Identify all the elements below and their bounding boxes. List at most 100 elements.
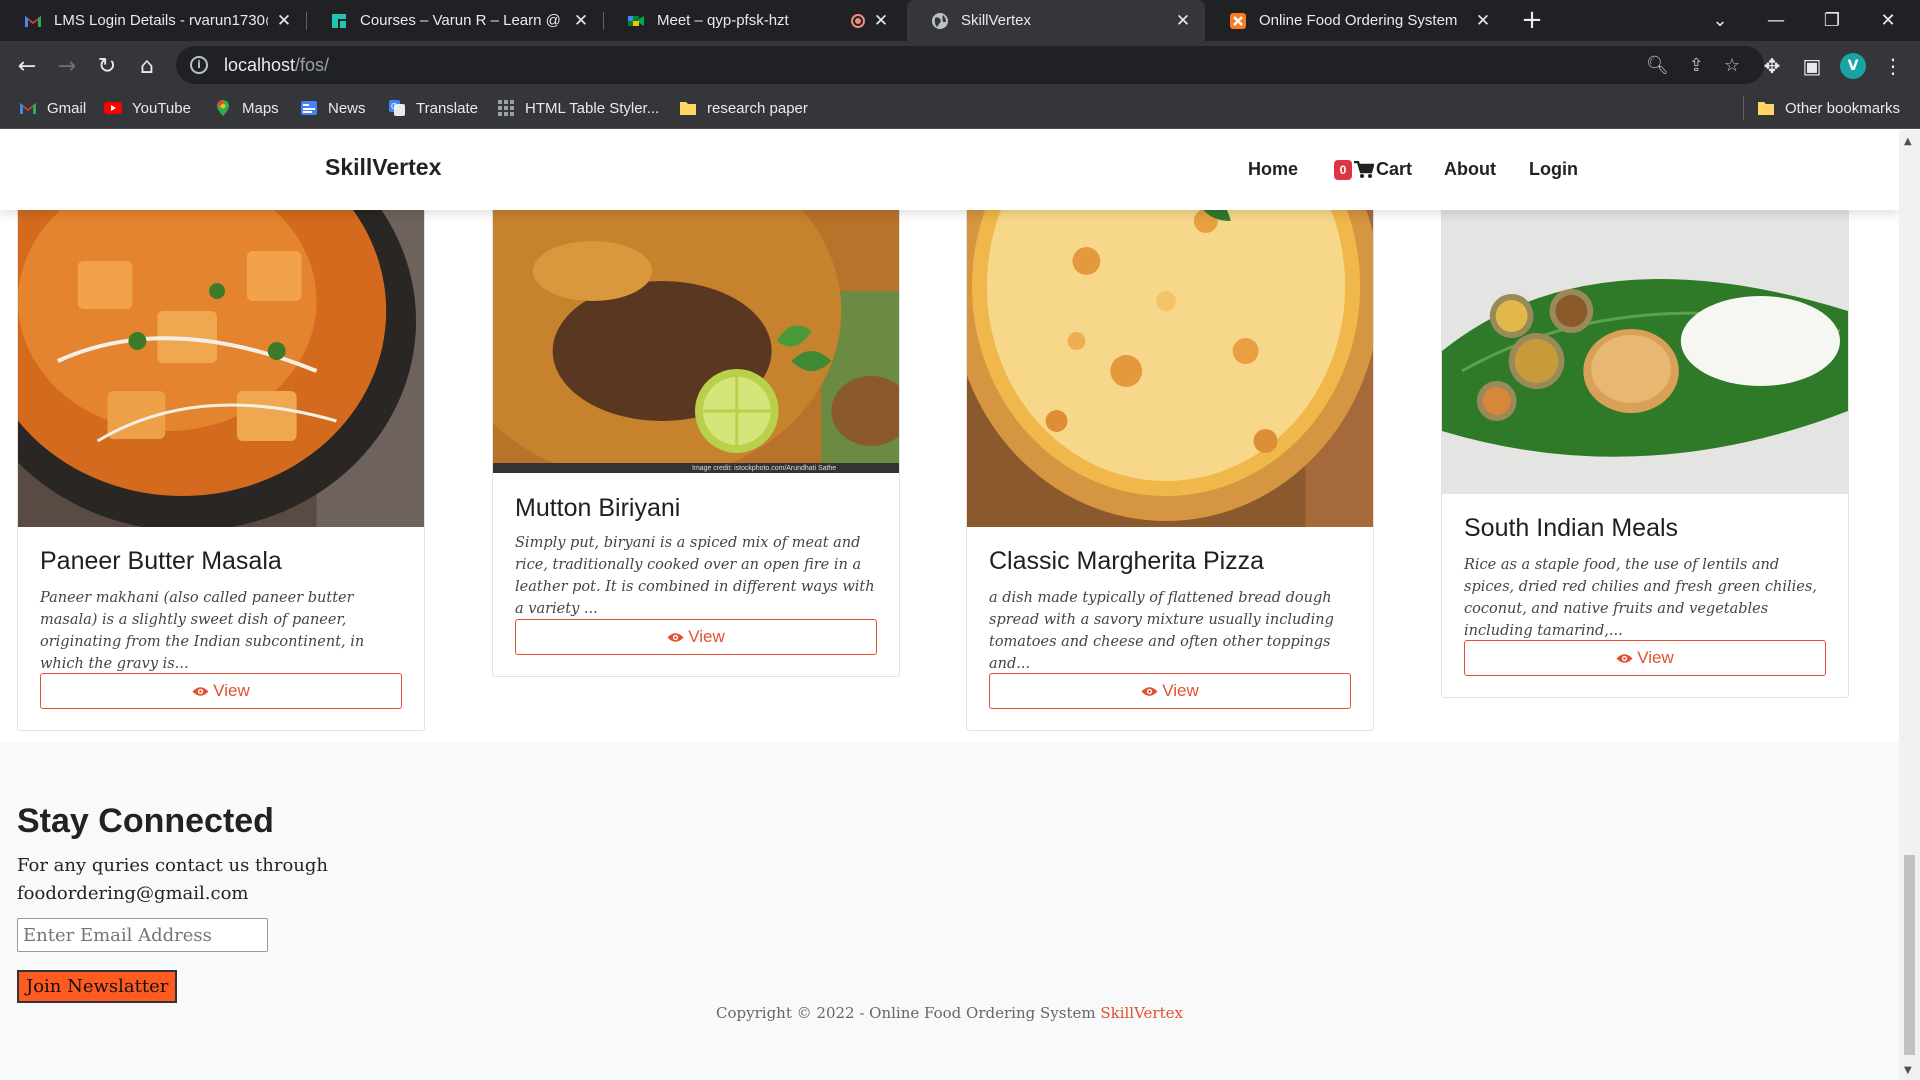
folder-icon xyxy=(680,102,696,115)
product-card-pizza: Classic Margherita Pizza a dish made typ… xyxy=(966,130,1374,731)
site-footer: Stay Connected For any quries contact us… xyxy=(0,742,1899,1080)
nav-cart[interactable]: Cart xyxy=(1354,159,1412,180)
footer-heading: Stay Connected xyxy=(17,802,274,840)
eye-icon xyxy=(1141,686,1158,696)
tab-title: Courses – Varun R – Learn @ Skill xyxy=(360,12,565,29)
menu-icon[interactable]: ⋮ xyxy=(1880,53,1906,79)
news-icon xyxy=(301,101,317,115)
tab-skillvertex[interactable]: SkillVertex ✕ xyxy=(907,0,1205,41)
close-icon[interactable]: ✕ xyxy=(1175,11,1191,31)
address-bar[interactable]: i localhost/fos/ 🔍︎ ⇪ ☆ xyxy=(176,46,1764,84)
bookmark-html-table-styler[interactable]: HTML Table Styler... xyxy=(497,99,659,117)
translate-icon: G xyxy=(389,100,405,116)
product-card-south-indian: South Indian Meals Rice as a staple food… xyxy=(1441,130,1849,698)
new-tab-button[interactable]: + xyxy=(1518,6,1546,34)
svg-text:G: G xyxy=(391,102,397,111)
tab-search-button[interactable]: ⌄ xyxy=(1692,0,1748,41)
nav-about[interactable]: About xyxy=(1444,159,1496,180)
cart-icon xyxy=(1354,160,1374,178)
back-button[interactable]: ← xyxy=(10,49,44,83)
minimize-button[interactable]: — xyxy=(1748,0,1804,41)
url-text: localhost/fos/ xyxy=(224,55,329,76)
eye-icon xyxy=(1616,653,1633,663)
bookmark-label: News xyxy=(328,99,366,117)
product-name: Classic Margherita Pizza xyxy=(989,547,1265,575)
image-credit: Image credit: istockphoto.com/Arundhati … xyxy=(692,465,836,472)
url-host: localhost xyxy=(224,54,296,75)
xampp-icon xyxy=(1230,12,1246,29)
home-icon[interactable]: ⌂ xyxy=(130,49,164,83)
close-icon[interactable]: ✕ xyxy=(873,11,889,31)
bookmark-star-icon[interactable]: ☆ xyxy=(1724,55,1740,76)
tab-lms-login[interactable]: LMS Login Details - rvarun1730@ ✕ xyxy=(0,0,306,41)
close-icon[interactable]: ✕ xyxy=(1475,11,1491,31)
bookmark-label: Translate xyxy=(416,99,478,117)
contact-line: For any quries contact us through xyxy=(17,855,329,876)
contact-email: foodordering@gmail.com xyxy=(17,883,249,904)
bookmarks-divider xyxy=(1743,96,1744,120)
reload-button[interactable]: ↻ xyxy=(90,49,124,83)
scrollbar-thumb[interactable] xyxy=(1904,855,1915,1055)
view-button[interactable]: View xyxy=(40,673,402,709)
bookmarks-bar: Gmail YouTube Maps News G Translate HTML… xyxy=(0,90,1920,129)
bookmark-translate[interactable]: G Translate xyxy=(388,99,478,117)
join-newsletter-button[interactable]: Join Newslatter xyxy=(17,970,178,1003)
nav-home[interactable]: Home xyxy=(1248,159,1298,180)
product-description: a dish made typically of flattened bread… xyxy=(989,590,1334,672)
copyright-text: Copyright © 2022 - Online Food Ordering … xyxy=(716,1004,1101,1022)
product-card-paneer: Paneer Butter Masala Paneer makhani (als… xyxy=(17,130,425,731)
site-info-icon[interactable]: i xyxy=(190,56,208,74)
tab-online-food[interactable]: Online Food Ordering System ✕ xyxy=(1205,0,1505,41)
tab-meet[interactable]: Meet – qyp-pfsk-hzt ✕ xyxy=(603,0,903,41)
copyright-brand-link[interactable]: SkillVertex xyxy=(1100,1004,1183,1022)
side-panel-icon[interactable]: ▣ xyxy=(1799,53,1825,79)
product-name: Mutton Biriyani xyxy=(515,494,681,522)
other-bookmarks[interactable]: Other bookmarks xyxy=(1757,99,1900,117)
globe-icon xyxy=(932,12,948,29)
view-button[interactable]: View xyxy=(515,619,877,655)
scroll-down-arrow-icon[interactable]: ▼ xyxy=(1904,1065,1912,1076)
zoom-icon[interactable]: 🔍︎ xyxy=(1646,55,1669,76)
close-icon[interactable]: ✕ xyxy=(573,11,589,31)
cart-count-badge: 0 xyxy=(1334,160,1352,180)
product-description: Paneer makhani (also called paneer butte… xyxy=(40,590,365,672)
restore-button[interactable]: ❐ xyxy=(1804,0,1860,41)
product-description: Simply put, biryani is a spiced mix of m… xyxy=(515,535,875,617)
tab-title: Online Food Ordering System xyxy=(1259,12,1458,29)
bookmark-gmail[interactable]: Gmail xyxy=(19,99,86,117)
share-icon[interactable]: ⇪ xyxy=(1689,55,1704,76)
gmail-icon xyxy=(25,15,41,27)
view-button[interactable]: View xyxy=(1464,640,1826,676)
bookmark-label: Maps xyxy=(242,99,279,117)
bookmark-news[interactable]: News xyxy=(300,99,366,117)
web-page: Paneer Butter Masala Paneer makhani (als… xyxy=(0,130,1899,1080)
site-navbar: SkillVertex Home 0 Cart About Login xyxy=(0,130,1899,210)
scroll-up-arrow-icon[interactable]: ▲ xyxy=(1904,136,1912,147)
meet-icon xyxy=(628,15,644,26)
bookmark-label: HTML Table Styler... xyxy=(525,99,660,117)
eye-icon xyxy=(667,632,684,642)
extensions-icon[interactable]: ✥ xyxy=(1759,53,1785,79)
avatar[interactable]: V xyxy=(1840,53,1866,79)
forward-button[interactable]: → xyxy=(50,49,84,83)
maps-icon xyxy=(217,100,229,116)
bookmark-youtube[interactable]: YouTube xyxy=(104,99,191,117)
browser-tab-bar: LMS Login Details - rvarun1730@ ✕ Course… xyxy=(0,0,1920,41)
view-button-label: View xyxy=(688,627,725,646)
page-scrollbar[interactable]: ▲ ▼ xyxy=(1899,130,1920,1080)
close-window-button[interactable]: ✕ xyxy=(1860,0,1916,41)
site-brand[interactable]: SkillVertex xyxy=(325,154,441,181)
copyright: Copyright © 2022 - Online Food Ordering … xyxy=(0,1004,1899,1022)
contact-text: For any quries contact us through foodor… xyxy=(17,852,347,908)
tab-title: LMS Login Details - rvarun1730@ xyxy=(54,12,268,29)
close-icon[interactable]: ✕ xyxy=(276,11,292,31)
product-name: South Indian Meals xyxy=(1464,514,1679,542)
tab-courses[interactable]: Courses – Varun R – Learn @ Skill ✕ xyxy=(306,0,603,41)
bookmark-label: research paper xyxy=(707,99,808,117)
view-button[interactable]: View xyxy=(989,673,1351,709)
newsletter-email-input[interactable] xyxy=(17,918,268,952)
nav-login[interactable]: Login xyxy=(1529,159,1578,180)
skillvertex-icon xyxy=(332,13,346,28)
bookmark-maps[interactable]: Maps xyxy=(214,99,279,117)
bookmark-research-paper[interactable]: research paper xyxy=(679,99,808,117)
